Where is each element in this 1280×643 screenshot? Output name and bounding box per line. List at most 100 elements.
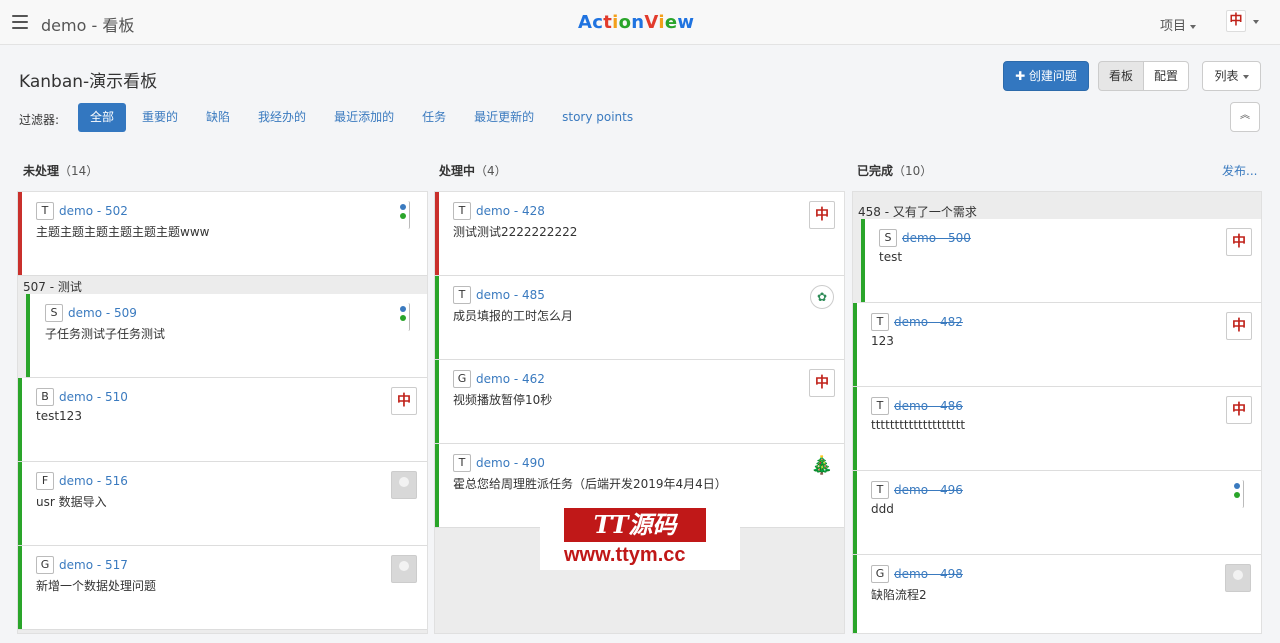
- priority-bar: [853, 303, 857, 386]
- issue-summary: 子任务测试子任务测试: [45, 327, 166, 341]
- priority-bar: [853, 471, 857, 554]
- assignee-avatar[interactable]: [1225, 564, 1251, 592]
- assignee-avatar[interactable]: [396, 201, 410, 229]
- assignee-avatar[interactable]: 中: [1226, 312, 1252, 340]
- issue-key[interactable]: demo - 510: [59, 390, 128, 404]
- board-view-button[interactable]: 看板: [1098, 61, 1145, 91]
- assignee-avatar[interactable]: [1230, 480, 1244, 508]
- issue-type-badge: B: [36, 388, 54, 406]
- filter-tasks[interactable]: 任务: [410, 103, 458, 132]
- watermark-logo: TT源码: [564, 508, 706, 542]
- priority-bar: [26, 294, 30, 377]
- issue-summary: 主题主题主题主题主题主题www: [36, 225, 210, 239]
- issue-card[interactable]: G demo - 517 新增一个数据处理问题: [18, 546, 427, 630]
- issue-card[interactable]: T demo - 428 测试测试2222222222 中: [435, 192, 844, 276]
- collapse-button[interactable]: ︽: [1230, 102, 1260, 132]
- issue-card[interactable]: S demo - 509 子任务测试子任务测试: [26, 294, 427, 378]
- issue-key[interactable]: demo - 502: [59, 204, 128, 218]
- brand-logo[interactable]: ActionView: [578, 12, 694, 33]
- issue-key[interactable]: demo - 498: [894, 567, 963, 581]
- view-toggle: 看板 配置: [1098, 61, 1190, 91]
- assignee-avatar[interactable]: 中: [809, 201, 835, 229]
- filter-bugs[interactable]: 缺陷: [194, 103, 242, 132]
- config-button[interactable]: 配置: [1144, 61, 1190, 91]
- chevron-down-icon: [1242, 74, 1249, 79]
- user-avatar[interactable]: 中: [1226, 10, 1246, 32]
- issue-card[interactable]: T demo - 482 123 中: [853, 303, 1261, 387]
- create-issue-button[interactable]: ✚ 创建问题: [1003, 61, 1089, 91]
- filter-important[interactable]: 重要的: [130, 103, 190, 132]
- issue-card[interactable]: F demo - 516 usr 数据导入: [18, 462, 427, 546]
- issue-key[interactable]: demo - 509: [68, 306, 137, 320]
- issue-type-badge: G: [871, 565, 889, 583]
- issue-type-badge: F: [36, 472, 54, 490]
- parent-issue-group[interactable]: 507 - 测试: [23, 278, 82, 295]
- brand-letter: e: [664, 12, 678, 33]
- assignee-avatar[interactable]: [396, 303, 410, 331]
- issue-card[interactable]: S demo - 500 test 中: [861, 219, 1261, 303]
- column-title: 已完成: [857, 164, 894, 178]
- issue-card[interactable]: T demo - 486 tttttttttttttttttttt 中: [853, 387, 1261, 471]
- issue-card[interactable]: T demo - 496 ddd: [853, 471, 1261, 555]
- parent-issue-group[interactable]: 458 - 又有了一个需求: [858, 203, 977, 220]
- list-dropdown[interactable]: 列表: [1202, 61, 1261, 91]
- issue-key[interactable]: demo - 516: [59, 474, 128, 488]
- issue-summary: 新增一个数据处理问题: [36, 579, 157, 593]
- projects-menu[interactable]: 项目: [1160, 15, 1197, 34]
- issue-key[interactable]: demo - 490: [476, 456, 545, 470]
- filter-bar: 全部 重要的 缺陷 我经办的 最近添加的 任务 最近更新的 story poin…: [78, 103, 649, 132]
- issue-card[interactable]: B demo - 510 test123 中: [18, 378, 427, 462]
- issue-key[interactable]: demo - 485: [476, 288, 545, 302]
- assignee-avatar[interactable]: [391, 555, 417, 583]
- column-count: （10）: [893, 164, 933, 178]
- priority-bar: [18, 462, 22, 545]
- filter-label: 过滤器:: [19, 113, 60, 127]
- issue-key[interactable]: demo - 500: [902, 231, 971, 245]
- project-title[interactable]: demo - 看板: [41, 12, 134, 36]
- column-header-todo: 未处理（14）: [23, 162, 98, 179]
- filter-recently-updated[interactable]: 最近更新的: [462, 103, 546, 132]
- assignee-avatar[interactable]: 中: [809, 369, 835, 397]
- issue-card[interactable]: T demo - 485 成员填报的工时怎么月 ✿: [435, 276, 844, 360]
- column-count: （4）: [475, 164, 507, 178]
- issue-card[interactable]: T demo - 502 主题主题主题主题主题主题www: [18, 192, 427, 276]
- priority-bar: [435, 276, 439, 359]
- assignee-avatar[interactable]: 中: [391, 387, 417, 415]
- assignee-avatar[interactable]: [391, 471, 417, 499]
- issue-summary: 123: [871, 334, 894, 348]
- brand-letter: t: [603, 12, 613, 33]
- issue-summary: 霍总您给周理胜派任务（后端开发2019年4月4日）: [453, 477, 727, 491]
- issue-summary: ddd: [871, 502, 894, 516]
- issue-summary: 成员填报的工时怎么月: [453, 309, 574, 323]
- filter-all[interactable]: 全部: [78, 103, 127, 132]
- priority-bar: [18, 378, 22, 461]
- filter-assigned-to-me[interactable]: 我经办的: [246, 103, 318, 132]
- column-todo: T demo - 502 主题主题主题主题主题主题www 507 - 测试 S …: [17, 191, 428, 634]
- issue-key[interactable]: demo - 486: [894, 399, 963, 413]
- assignee-avatar[interactable]: ✿: [810, 285, 834, 309]
- chevron-up-icon: ︽: [1240, 110, 1250, 121]
- issue-key[interactable]: demo - 482: [894, 315, 963, 329]
- issue-card[interactable]: G demo - 462 视频播放暂停10秒 中: [435, 360, 844, 444]
- issue-key[interactable]: demo - 496: [894, 483, 963, 497]
- menu-icon[interactable]: [12, 15, 28, 29]
- priority-bar: [18, 192, 22, 275]
- column-count: （14）: [59, 164, 99, 178]
- issue-key[interactable]: demo - 462: [476, 372, 545, 386]
- priority-bar: [435, 192, 439, 275]
- release-link[interactable]: 发布...: [1222, 162, 1257, 179]
- top-navbar: demo - 看板 ActionView 项目 中: [0, 0, 1280, 45]
- filter-story-points[interactable]: story points: [550, 103, 645, 132]
- issue-card[interactable]: G demo - 498 缺陷流程2: [853, 555, 1261, 633]
- chevron-down-icon[interactable]: [1253, 20, 1259, 24]
- page-title: Kanban-演示看板: [19, 72, 158, 92]
- filter-recently-added[interactable]: 最近添加的: [322, 103, 406, 132]
- assignee-avatar[interactable]: 中: [1226, 396, 1252, 424]
- assignee-avatar[interactable]: 🎄: [809, 453, 835, 481]
- priority-bar: [435, 444, 439, 527]
- issue-key[interactable]: demo - 428: [476, 204, 545, 218]
- issue-key[interactable]: demo - 517: [59, 558, 128, 572]
- assignee-avatar[interactable]: 中: [1226, 228, 1252, 256]
- column-header-in-progress: 处理中（4）: [439, 162, 507, 179]
- projects-menu-label: 项目: [1160, 19, 1187, 34]
